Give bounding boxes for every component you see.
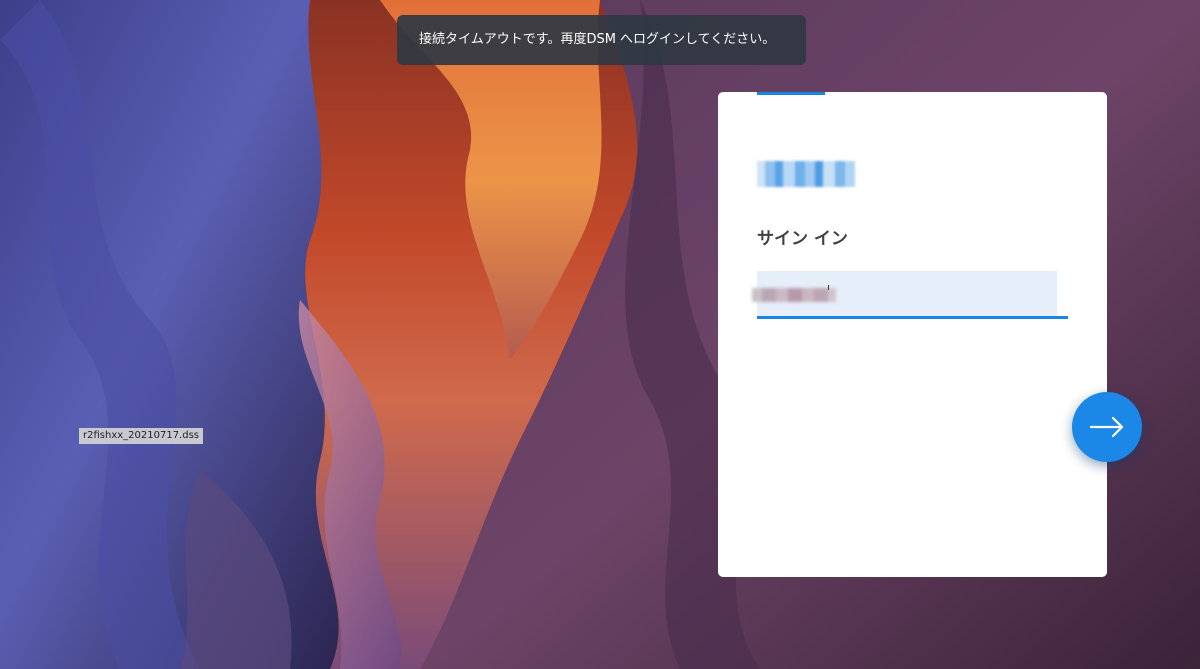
blurred-logo-icon: [757, 161, 857, 187]
redacted-username: [752, 286, 836, 304]
session-timeout-toast: 接続タイムアウトです。再度DSM へログインしてください。: [397, 15, 806, 65]
card-accent-bar: [757, 92, 825, 95]
sign-in-card: サイン イン: [718, 92, 1107, 577]
desktop-file-label[interactable]: r2fishxx_20210717.dss: [79, 428, 204, 444]
username-underline: [757, 316, 1068, 319]
next-button[interactable]: [1072, 392, 1142, 462]
toast-message: 接続タイムアウトです。再度DSM へログインしてください。: [419, 32, 776, 47]
arrow-right-icon: [1089, 416, 1124, 438]
text-caret: [828, 285, 829, 290]
sign-in-title: サイン イン: [757, 229, 848, 249]
